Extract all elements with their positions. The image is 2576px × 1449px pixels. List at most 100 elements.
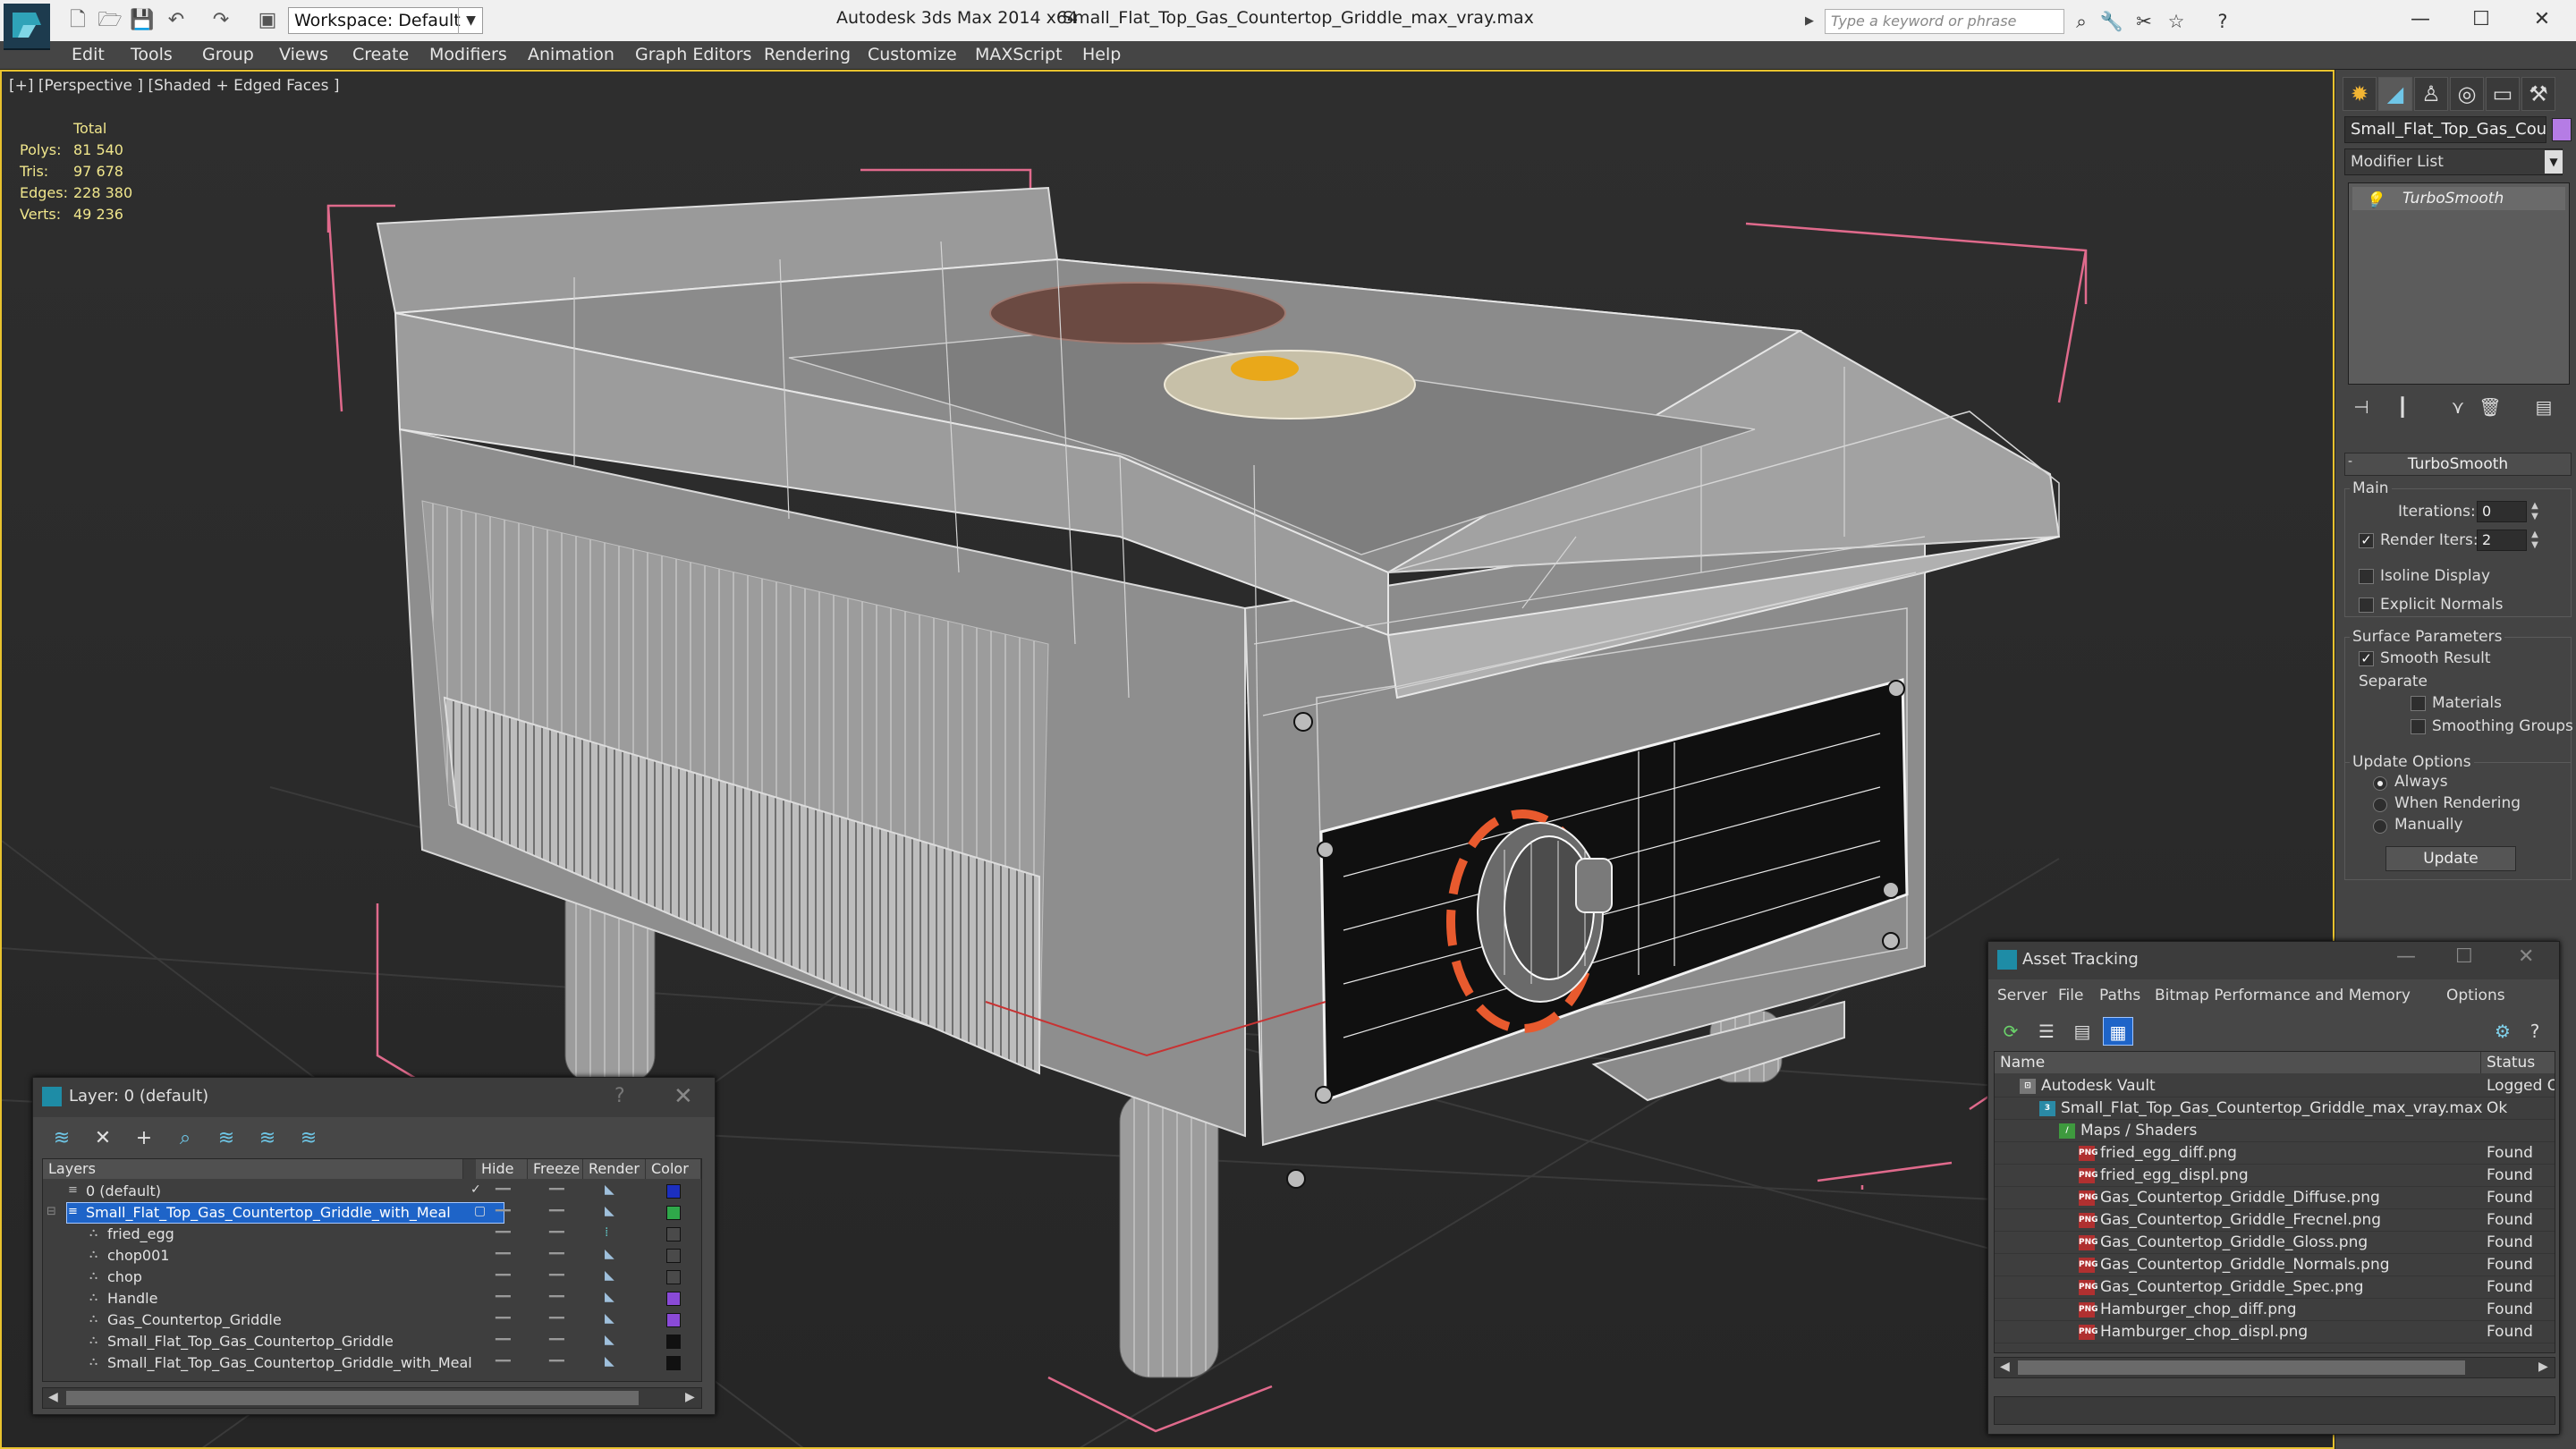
layer-row[interactable]: ⛬ fried_egg ━━ ━━ ⁞ [43, 1224, 701, 1245]
render-toggle-icon[interactable]: ◣ [605, 1333, 614, 1347]
maximize-icon[interactable]: ☐ [2454, 2, 2508, 38]
chevron-down-icon[interactable]: ▼ [2545, 150, 2563, 174]
asset-row[interactable]: PNG Gas_Countertop_Griddle_Normals.png F… [1995, 1254, 2555, 1276]
column-name[interactable]: Name [1995, 1052, 2481, 1073]
hide-toggle[interactable]: ━━ [496, 1247, 511, 1261]
layer-row-selected[interactable]: ⊟ ≡ Small_Flat_Top_Gas_Countertop_Griddl… [43, 1202, 701, 1224]
search-expand-icon[interactable]: ▶ [1805, 9, 1821, 34]
hide-toggle[interactable]: ━━ [496, 1268, 511, 1283]
menu-create[interactable]: Create [352, 45, 409, 64]
redo-icon[interactable]: ↷ [208, 9, 234, 32]
iterations-spinner[interactable]: 0 [2477, 501, 2527, 522]
layer-row[interactable]: ⛬ Small_Flat_Top_Gas_Countertop_Griddle … [43, 1331, 701, 1352]
close-icon[interactable]: ✕ [2518, 945, 2534, 968]
minimize-icon[interactable]: — [2396, 945, 2416, 968]
delete-layer-icon[interactable]: ✕ [87, 1124, 119, 1153]
render-iters-spinner-arrows[interactable]: ▲ ▼ [2529, 530, 2541, 551]
column-render[interactable]: Render [583, 1159, 646, 1179]
asset-row[interactable]: PNG Gas_Countertop_Griddle_Spec.png Foun… [1995, 1276, 2555, 1299]
explicit-normals-checkbox[interactable] [2359, 597, 2374, 613]
always-radio[interactable] [2373, 776, 2387, 791]
refresh-icon[interactable]: ⟳ [1996, 1017, 2026, 1046]
materials-checkbox[interactable] [2411, 696, 2426, 711]
maximize-icon[interactable]: ☐ [2455, 945, 2473, 968]
help-icon[interactable]: ? [2209, 9, 2236, 34]
lightbulb-icon[interactable]: 💡 [2365, 189, 2384, 212]
freeze-all-layers-icon[interactable]: ≋ [292, 1124, 325, 1153]
freeze-toggle[interactable]: ━━ [549, 1333, 564, 1347]
scroll-left-icon[interactable]: ◀ [2000, 1360, 2010, 1374]
render-toggle-icon[interactable]: ◣ [605, 1354, 614, 1368]
layer-color-swatch[interactable] [666, 1206, 681, 1220]
scroll-right-icon[interactable]: ▶ [685, 1390, 695, 1404]
create-tab-icon[interactable]: ✹ [2343, 77, 2377, 111]
object-name-field[interactable]: Small_Flat_Top_Gas_Cou [2344, 116, 2546, 143]
render-toggle-icon[interactable]: ◣ [605, 1268, 614, 1283]
turbosmooth-rollout-header[interactable]: TurboSmooth [2344, 453, 2572, 476]
search-input[interactable]: Type a keyword or phrase [1825, 9, 2064, 34]
select-objects-icon[interactable]: ⌕ [169, 1124, 201, 1153]
hide-toggle[interactable]: ━━ [496, 1333, 511, 1347]
menu-rendering[interactable]: Rendering [764, 45, 851, 64]
hide-toggle[interactable]: ━━ [496, 1290, 511, 1304]
asset-menu-server[interactable]: Server [1997, 987, 2047, 1004]
communication-icon[interactable]: ✂ [2131, 9, 2157, 34]
render-toggle-icon[interactable]: ◣ [605, 1182, 614, 1197]
smoothing-groups-checkbox[interactable] [2411, 719, 2426, 734]
minimize-icon[interactable]: — [2394, 2, 2447, 38]
pin-stack-icon[interactable]: ⊣ [2346, 394, 2377, 420]
layer-color-swatch[interactable] [666, 1227, 681, 1241]
current-layer-box-icon[interactable]: ▢ [474, 1204, 486, 1218]
menu-views[interactable]: Views [279, 45, 328, 64]
app-logo-icon[interactable] [4, 4, 50, 50]
render-toggle-icon[interactable]: ◣ [605, 1247, 614, 1261]
open-file-icon[interactable]: 🗁 [97, 9, 123, 32]
asset-row[interactable]: PNG Gas_Countertop_Griddle_Diffuse.png F… [1995, 1187, 2555, 1209]
freeze-toggle[interactable]: ━━ [549, 1225, 564, 1240]
render-toggle-icon[interactable]: ◣ [605, 1311, 614, 1326]
rollout-collapse-icon[interactable]: - [2348, 454, 2352, 469]
scroll-right-icon[interactable]: ▶ [2538, 1360, 2548, 1374]
freeze-toggle[interactable]: ━━ [549, 1290, 564, 1304]
scrollbar-thumb[interactable] [2018, 1360, 2465, 1375]
menu-customize[interactable]: Customize [868, 45, 957, 64]
asset-row[interactable]: PNG Gas_Countertop_Griddle_Frecnel.png F… [1995, 1209, 2555, 1232]
modifier-stack-item-turbosmooth[interactable]: 💡 TurboSmooth [2352, 187, 2565, 210]
make-unique-icon[interactable]: ⋎ [2443, 394, 2473, 420]
scrollbar-thumb[interactable] [66, 1391, 639, 1405]
asset-row[interactable]: PNG Hamburger_chop_diff.png Found [1995, 1299, 2555, 1321]
column-freeze[interactable]: Freeze [528, 1159, 583, 1179]
asset-row[interactable]: ⊡ Autodesk Vault Logged Out [1995, 1075, 2555, 1097]
viewport-label[interactable]: [+] [Perspective ] [Shaded + Edged Faces… [9, 77, 339, 95]
asset-menu-bitmap-performance[interactable]: Bitmap Performance and Memory [2155, 987, 2411, 1004]
favorites-star-icon[interactable]: ☆ [2163, 9, 2190, 34]
layer-color-swatch[interactable] [666, 1292, 681, 1306]
hide-toggle[interactable]: ━━ [496, 1354, 511, 1368]
motion-tab-icon[interactable]: ◎ [2450, 77, 2484, 111]
hide-toggle[interactable]: ━━ [496, 1204, 511, 1218]
menu-group[interactable]: Group [202, 45, 254, 64]
help-button[interactable]: ? [614, 1085, 625, 1107]
column-color[interactable]: Color [646, 1159, 701, 1179]
freeze-toggle[interactable]: ━━ [549, 1268, 564, 1283]
workspace-dropdown[interactable]: Workspace: Default [288, 7, 483, 34]
project-folder-icon[interactable]: ▣ [254, 9, 281, 32]
menu-graph-editors[interactable]: Graph Editors [635, 45, 751, 64]
asset-row[interactable]: PNG fried_egg_displ.png Found [1995, 1165, 2555, 1187]
save-file-icon[interactable]: 💾 [129, 9, 156, 32]
layer-dialog-titlebar[interactable]: Layer: 0 (default) ? ✕ [33, 1078, 715, 1117]
asset-menu-paths[interactable]: Paths [2099, 987, 2140, 1004]
horizontal-scrollbar[interactable]: ◀ ▶ [1994, 1357, 2555, 1378]
asset-path-field[interactable] [1994, 1396, 2555, 1425]
asset-row[interactable]: PNG fried_egg_diff.png Found [1995, 1142, 2555, 1165]
hide-toggle[interactable]: ━━ [496, 1225, 511, 1240]
smooth-result-checkbox[interactable]: ✓ [2359, 651, 2374, 666]
layer-color-swatch[interactable] [666, 1356, 681, 1370]
chevron-down-icon[interactable]: ▼ [458, 7, 483, 34]
column-status[interactable]: Status [2481, 1052, 2555, 1073]
layer-color-swatch[interactable] [666, 1313, 681, 1327]
layer-row[interactable]: ≡ 0 (default) ✓ ━━ ━━ ◣ [43, 1181, 701, 1202]
freeze-toggle[interactable]: ━━ [549, 1182, 564, 1197]
undo-icon[interactable]: ↶ [163, 9, 190, 32]
render-iters-checkbox[interactable]: ✓ [2359, 533, 2374, 548]
